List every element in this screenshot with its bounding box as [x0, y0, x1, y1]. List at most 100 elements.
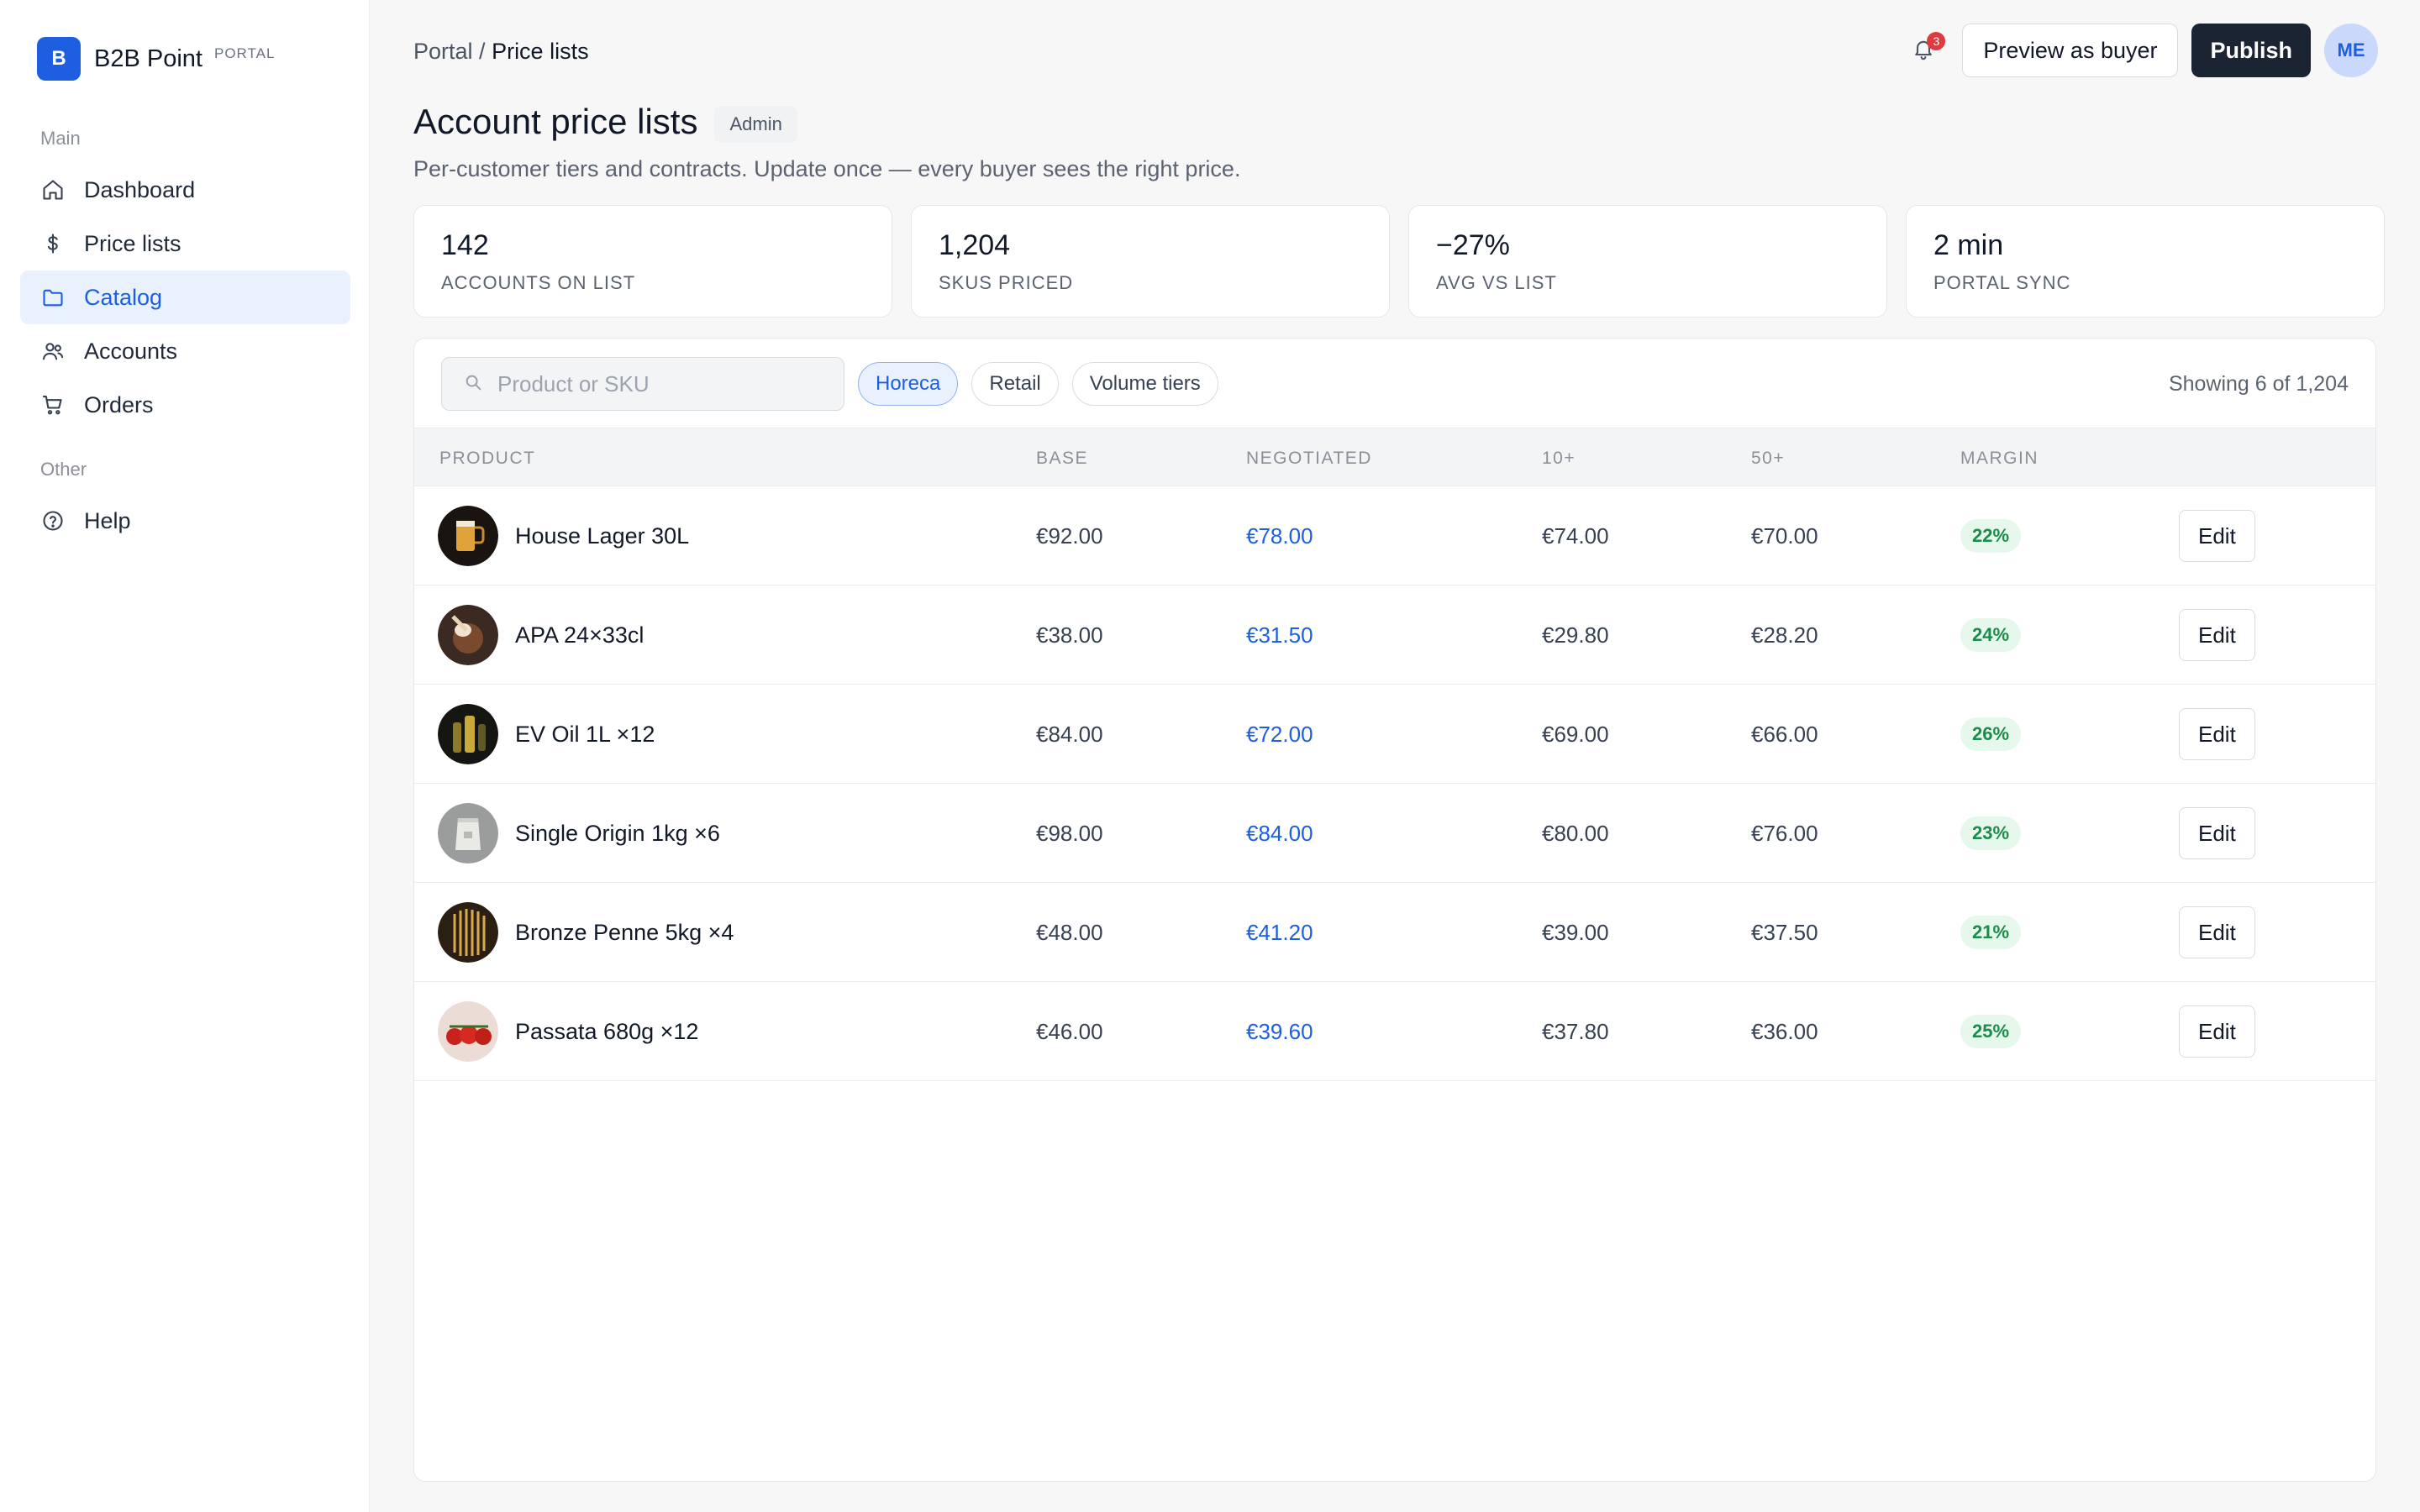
- column-header-negotiated[interactable]: NEGOTIATED: [1246, 449, 1372, 469]
- edit-button[interactable]: Edit: [2179, 708, 2255, 760]
- preview-as-buyer-button[interactable]: Preview as buyer: [1962, 24, 2179, 77]
- stat-label: ACCOUNTS ON LIST: [441, 272, 636, 293]
- edit-button[interactable]: Edit: [2179, 1005, 2255, 1058]
- folder-icon: [40, 285, 66, 310]
- tier-10-price: €69.00: [1542, 721, 1609, 747]
- margin-badge: 25%: [1960, 1015, 2022, 1048]
- sidebar-item-label: Catalog: [84, 284, 163, 310]
- product-name: Bronze Penne 5kg ×4: [515, 919, 734, 945]
- margin-badge: 24%: [1960, 618, 2022, 652]
- brand-tag: PORTAL: [213, 45, 276, 61]
- sidebar-item-dashboard[interactable]: Dashboard: [20, 163, 350, 217]
- negotiated-price[interactable]: €41.20: [1246, 883, 1313, 982]
- margin-cell: 22%: [1960, 486, 2022, 585]
- edit-cell: Edit: [2179, 585, 2255, 685]
- margin-badge: 21%: [1960, 916, 2022, 949]
- margin-cell: 24%: [1960, 585, 2022, 685]
- product-cell: Bronze Penne 5kg ×4: [438, 883, 734, 982]
- margin-cell: 21%: [1960, 883, 2022, 982]
- margin-cell: 25%: [1960, 982, 2022, 1081]
- sidebar-item-label: Dashboard: [84, 176, 196, 202]
- product-cell: Single Origin 1kg ×6: [438, 784, 720, 883]
- negotiated-price[interactable]: €78.00: [1246, 486, 1313, 585]
- table-row: EV Oil 1L ×12 €84.00 €72.00 €69.00 €66.0…: [414, 685, 2375, 784]
- tier-50-price: €66.00: [1751, 721, 1818, 747]
- product-thumbnail-coffee-bag: [438, 803, 498, 864]
- product-cell: House Lager 30L: [438, 486, 689, 585]
- notifications-button[interactable]: 3: [1907, 32, 1946, 67]
- stat-value: 142: [441, 229, 489, 261]
- column-header-margin[interactable]: MARGIN: [1960, 449, 2039, 469]
- tier-50-price: €70.00: [1751, 522, 1818, 549]
- column-header-tier-50[interactable]: 50+: [1751, 449, 1785, 469]
- product-cell: APA 24×33cl: [438, 585, 644, 685]
- table-row: APA 24×33cl €38.00 €31.50 €29.80 €28.20 …: [414, 585, 2375, 685]
- sidebar: B B2B Point PORTAL Main Dashboard Price …: [0, 0, 370, 1512]
- product-thumbnail-oil-bottles: [438, 704, 498, 764]
- negotiated-price[interactable]: €72.00: [1246, 685, 1313, 784]
- negotiated-price[interactable]: €84.00: [1246, 784, 1313, 883]
- column-header-product[interactable]: PRODUCT: [439, 449, 535, 469]
- edit-cell: Edit: [2179, 982, 2255, 1081]
- avatar[interactable]: ME: [2324, 24, 2378, 77]
- brand-name: B2B Point: [94, 45, 203, 72]
- stats-row: 142 ACCOUNTS ON LIST 1,204 SKUS PRICED −…: [413, 205, 2385, 318]
- base-price: €92.00: [1036, 522, 1103, 549]
- tier-10-price: €80.00: [1542, 820, 1609, 846]
- role-badge: Admin: [714, 106, 797, 143]
- tier-50-price: €37.50: [1751, 919, 1818, 945]
- price-list-panel: Product or SKU Horeca Retail Volume tier…: [413, 338, 2376, 1482]
- edit-button[interactable]: Edit: [2179, 510, 2255, 562]
- sidebar-item-label: Orders: [84, 391, 154, 417]
- search-input[interactable]: Product or SKU: [441, 357, 844, 411]
- search-icon: [464, 371, 497, 397]
- breadcrumb-current: Price lists: [492, 39, 589, 64]
- results-count: Showing 6 of 1,204: [2168, 372, 2349, 396]
- stat-card-portal-sync: 2 min PORTAL SYNC: [1906, 205, 2385, 318]
- negotiated-price[interactable]: €31.50: [1246, 585, 1313, 685]
- help-icon: [40, 508, 66, 533]
- sidebar-item-label: Help: [84, 507, 131, 533]
- brand[interactable]: B B2B Point PORTAL: [37, 37, 275, 81]
- tier-10-price: €39.00: [1542, 919, 1609, 945]
- sidebar-item-catalog[interactable]: Catalog: [20, 270, 350, 324]
- sidebar-item-label: Price lists: [84, 230, 182, 256]
- base-price: €46.00: [1036, 1018, 1103, 1044]
- stat-value: 1,204: [939, 229, 1011, 261]
- product-name: APA 24×33cl: [515, 622, 644, 648]
- column-header-tier-10[interactable]: 10+: [1542, 449, 1576, 469]
- edit-button[interactable]: Edit: [2179, 906, 2255, 958]
- edit-button[interactable]: Edit: [2179, 807, 2255, 859]
- sidebar-item-price-lists[interactable]: Price lists: [20, 217, 350, 270]
- tier-50-price: €36.00: [1751, 1018, 1818, 1044]
- page-subtitle: Per-customer tiers and contracts. Update…: [413, 156, 1241, 181]
- product-thumbnail-tomatoes: [438, 1001, 498, 1062]
- filter-chip-volume-tiers[interactable]: Volume tiers: [1071, 362, 1218, 406]
- topbar-actions: 3 Preview as buyer Publish ME: [1907, 24, 2378, 77]
- column-header-base[interactable]: BASE: [1036, 449, 1088, 469]
- sidebar-item-orders[interactable]: Orders: [20, 378, 350, 432]
- stat-label: SKUS PRICED: [939, 272, 1074, 293]
- margin-badge: 23%: [1960, 816, 2022, 850]
- table-header: PRODUCT BASE NEGOTIATED 10+ 50+ MARGIN: [414, 428, 2375, 486]
- margin-badge: 26%: [1960, 717, 2022, 751]
- edit-button[interactable]: Edit: [2179, 609, 2255, 661]
- tier-10-price: €37.80: [1542, 1018, 1609, 1044]
- product-name: Single Origin 1kg ×6: [515, 820, 720, 846]
- filter-chip-horeca[interactable]: Horeca: [858, 362, 959, 406]
- product-thumbnail-beer-pour: [438, 605, 498, 665]
- sidebar-item-accounts[interactable]: Accounts: [20, 324, 350, 378]
- negotiated-price[interactable]: €39.60: [1246, 982, 1313, 1081]
- publish-button[interactable]: Publish: [2191, 24, 2311, 77]
- tier-10-price: €29.80: [1542, 622, 1609, 648]
- filter-chip-retail[interactable]: Retail: [971, 362, 1059, 406]
- margin-cell: 26%: [1960, 685, 2022, 784]
- breadcrumb-root[interactable]: Portal: [413, 39, 473, 64]
- product-thumbnail-pasta: [438, 902, 498, 963]
- base-price: €98.00: [1036, 820, 1103, 846]
- table-row: Single Origin 1kg ×6 €98.00 €84.00 €80.0…: [414, 784, 2375, 883]
- product-name: House Lager 30L: [515, 522, 690, 549]
- table-row: Passata 680g ×12 €46.00 €39.60 €37.80 €3…: [414, 982, 2375, 1081]
- users-icon: [40, 339, 66, 364]
- sidebar-item-help[interactable]: Help: [20, 494, 350, 548]
